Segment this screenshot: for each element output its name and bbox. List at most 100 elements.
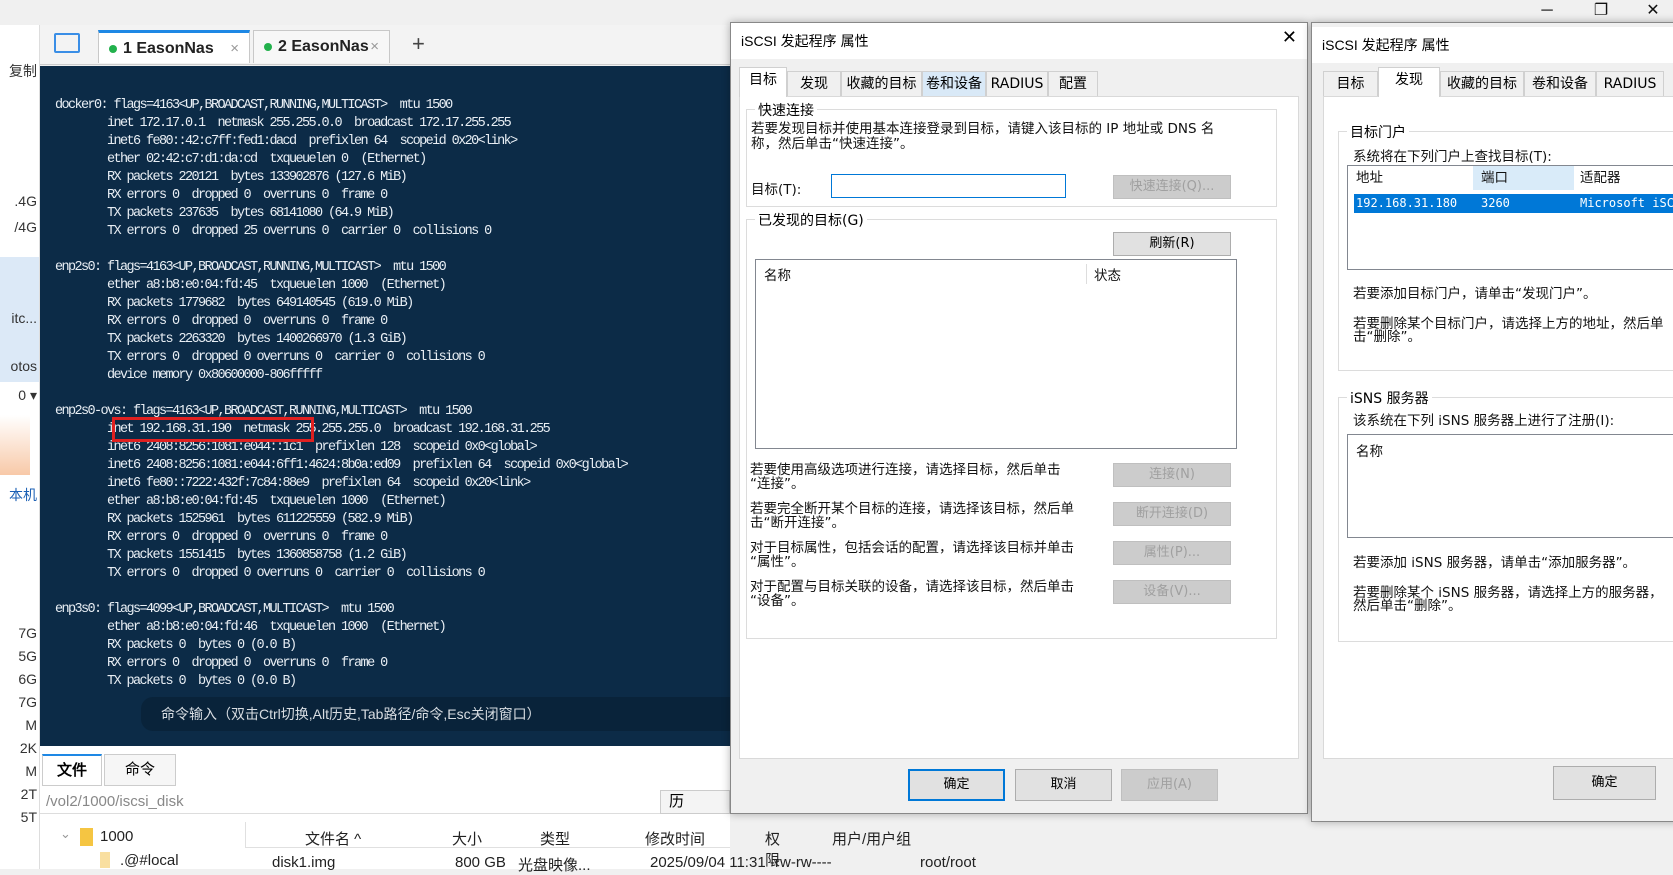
col-name[interactable]: 名称 — [764, 269, 791, 283]
action-description: “连接”。 — [750, 476, 805, 492]
path-input[interactable]: /vol2/1000/iscsi_disk — [40, 790, 730, 814]
terminal-line: ether a8:b8:e0:04:fd:45 txqueuelen 1000 … — [55, 278, 447, 293]
ok-button[interactable]: 确定 — [1553, 766, 1656, 800]
strip-text: M — [25, 717, 37, 733]
isns-list[interactable]: 名称 — [1347, 434, 1673, 538]
col-address[interactable]: 地址 — [1356, 171, 1383, 185]
tab-radius[interactable]: RADIUS — [1596, 71, 1664, 97]
col-status[interactable]: 状态 — [1094, 269, 1121, 283]
hint: 击“删除”。 — [1353, 329, 1421, 345]
col-name[interactable]: 名称 — [1356, 445, 1383, 459]
new-tab-button[interactable]: + — [412, 31, 425, 57]
action-description: “属性”。 — [750, 554, 805, 570]
file-perm: -rw-rw---- — [770, 854, 832, 871]
tab-targets[interactable]: 目标 — [1323, 71, 1378, 97]
col-port[interactable]: 端口 — [1481, 171, 1508, 185]
session-tab-2[interactable]: 2 EasonNas × — [253, 30, 390, 63]
quick-connect-button[interactable]: 快速连接(Q)... — [1113, 175, 1231, 199]
strip-text: 5G — [18, 648, 37, 664]
tree-item[interactable]: 1000 — [100, 828, 133, 845]
terminal-line: enp3s0: flags=4099<UP,BROADCAST,MULTICAS… — [55, 602, 395, 617]
expand-chevron-icon[interactable]: ⌄ — [60, 826, 71, 842]
close-tab-icon[interactable]: × — [230, 33, 239, 64]
tab-config[interactable]: 配置 — [1048, 71, 1098, 97]
strip-text[interactable]: 0 ▾ — [18, 387, 37, 404]
tree-item[interactable]: .@#local — [120, 852, 179, 869]
tab-favorites[interactable]: 收藏的目标 — [1440, 71, 1524, 97]
action-button-2[interactable]: 属性(P)... — [1113, 541, 1231, 565]
group-label: iSNS 服务器 — [1347, 388, 1432, 408]
terminal-line: RX packets 220121 bytes 133902876 (127.6… — [55, 170, 408, 185]
col-owner[interactable]: 用户/用户组 — [832, 828, 911, 849]
terminal-line: TX errors 0 dropped 25 overruns 0 carrie… — [55, 224, 492, 239]
action-description: “设备”。 — [750, 593, 805, 609]
tab-page: 目标门户 系统将在下列门户上查找目标(T): 地址 端口 适配器 192.168… — [1323, 96, 1673, 759]
terminal-line: TX errors 0 dropped 0 overruns 0 carrier… — [55, 350, 486, 365]
isns-label: 该系统在下列 iSNS 服务器上进行了注册(I): — [1353, 413, 1615, 429]
terminal-line: ether a8:b8:e0:04:fd:46 txqueuelen 1000 … — [55, 620, 447, 635]
hint: 若要添加 iSNS 服务器，请单击“添加服务器”。 — [1353, 555, 1637, 571]
session-tab-1[interactable]: 1 EasonNas × — [98, 30, 250, 63]
tab-volumes[interactable]: 卷和设备 — [922, 71, 986, 97]
tab-label: 1 EasonNas — [123, 40, 214, 57]
terminal-line: enp2s0: flags=4163<UP,BROADCAST,RUNNING,… — [55, 260, 447, 275]
tab-radius[interactable]: RADIUS — [986, 71, 1048, 97]
tab-discovery[interactable]: 发现 — [787, 71, 841, 97]
strip-text: 5T — [20, 809, 37, 825]
portals-list[interactable]: 地址 端口 适配器 192.168.31.180 3260 Microsoft … — [1347, 165, 1673, 270]
description: 若要发现目标并使用基本连接登录到目标，请键入该目标的 IP 地址或 DNS 名 — [751, 121, 1215, 137]
targets-list[interactable]: 名称 状态 — [755, 259, 1237, 449]
isns-group: iSNS 服务器 该系统在下列 iSNS 服务器上进行了注册(I): 名称 若要… — [1338, 388, 1673, 642]
command-input[interactable]: 命令输入（双击Ctrl切换,Alt历史,Tab路径/命令,Esc关闭窗口） — [141, 697, 730, 731]
action-button-0[interactable]: 连接(N) — [1113, 463, 1231, 487]
strip-text: M — [25, 763, 37, 779]
folder-icon[interactable] — [54, 33, 80, 53]
cancel-button[interactable]: 取消 — [1015, 769, 1112, 801]
status-dot-icon — [264, 42, 272, 51]
strip-text: /4G — [14, 219, 37, 235]
portal-row[interactable]: 192.168.31.180 3260 Microsoft iSCSI Init… — [1354, 194, 1673, 213]
file-size: 800 GB — [455, 854, 506, 871]
portal-address: 192.168.31.180 — [1356, 196, 1458, 210]
target-input[interactable] — [831, 174, 1066, 198]
quick-connect-group: 快速连接 若要发现目标并使用基本连接登录到目标，请键入该目标的 IP 地址或 D… — [746, 100, 1277, 207]
col-mtime[interactable]: 修改时间 — [645, 828, 705, 849]
close-tab-icon[interactable]: × — [370, 31, 379, 62]
tab-volumes[interactable]: 卷和设备 — [1524, 71, 1596, 97]
folder-icon — [100, 852, 110, 868]
terminal-line: TX packets 2263320 bytes 1400266970 (1.3… — [55, 332, 408, 347]
action-button-1[interactable]: 断开连接(D) — [1113, 502, 1231, 526]
strip-text: 复制 — [9, 63, 37, 79]
portals-label: 系统将在下列门户上查找目标(T): — [1353, 149, 1552, 165]
col-type[interactable]: 类型 — [540, 828, 570, 849]
col-size[interactable]: 大小 — [452, 828, 482, 849]
apply-button[interactable]: 应用(A) — [1121, 769, 1218, 801]
terminal-line: device memory 0x80600000-806fffff — [55, 368, 323, 383]
terminal-output: docker0: flags=4163<UP,BROADCAST,RUNNING… — [55, 97, 629, 691]
terminal[interactable]: docker0: flags=4163<UP,BROADCAST,RUNNING… — [40, 66, 730, 746]
refresh-button[interactable]: 刷新(R) — [1113, 232, 1231, 256]
action-button-3[interactable]: 设备(V)... — [1113, 580, 1231, 604]
col-adapter[interactable]: 适配器 — [1580, 171, 1621, 185]
file-name[interactable]: disk1.img — [272, 854, 335, 871]
ok-button[interactable]: 确定 — [908, 769, 1005, 801]
tab-targets[interactable]: 目标 — [739, 67, 787, 97]
tab-favorites[interactable]: 收藏的目标 — [841, 71, 922, 97]
tab-commands[interactable]: 命令 — [104, 754, 176, 786]
terminal-line: TX errors 0 dropped 0 overruns 0 carrier… — [55, 566, 486, 581]
terminal-line: inet6 fe80::7222:432f:7c84:88e9 prefixle… — [55, 476, 531, 491]
strip-link[interactable]: 本机 — [9, 485, 37, 505]
close-dialog-button[interactable]: ✕ — [1282, 27, 1297, 48]
tab-files[interactable]: 文件 — [42, 754, 102, 786]
tab-discovery[interactable]: 发现 — [1378, 67, 1440, 97]
target-portals-group: 目标门户 系统将在下列门户上查找目标(T): 地址 端口 适配器 192.168… — [1338, 122, 1673, 371]
hint: 若要添加目标门户，请单击“发现门户”。 — [1353, 286, 1597, 302]
col-filename[interactable]: 文件名 ^ — [305, 828, 361, 849]
terminal-line: inet 172.17.0.1 netmask 255.255.0.0 broa… — [55, 116, 512, 131]
terminal-line: RX errors 0 dropped 0 overruns 0 frame 0 — [55, 188, 388, 203]
column-divider — [1086, 264, 1087, 284]
target-label: 目标(T): — [751, 182, 802, 198]
history-button[interactable]: 历 — [660, 790, 730, 814]
